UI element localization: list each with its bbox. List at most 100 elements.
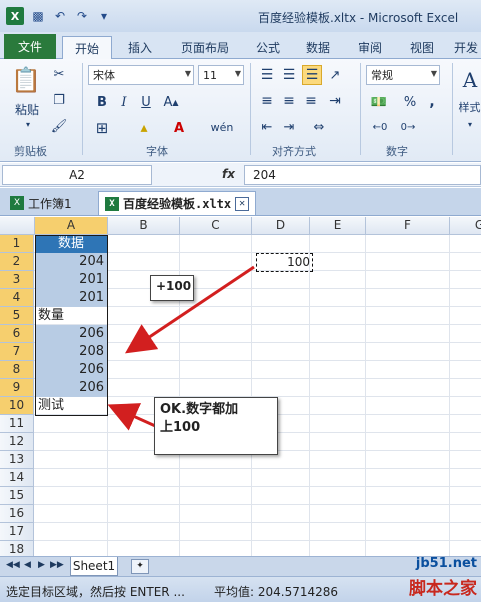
chevron-down-icon: ▼: [184, 69, 191, 78]
undo-icon[interactable]: ↶: [52, 8, 68, 24]
status-message: 选定目标区域，然后按 ENTER ...: [6, 585, 185, 599]
styles-dropdown-icon[interactable]: ▾: [464, 119, 476, 129]
watermark-site: 脚本之家: [409, 579, 477, 599]
underline-button[interactable]: U: [138, 93, 154, 111]
excel-logo-icon: X: [6, 7, 24, 25]
tab-developer[interactable]: 开发: [454, 36, 481, 59]
group-divider: [250, 63, 251, 155]
font-size-value: 11: [203, 68, 217, 82]
tab-formulas[interactable]: 公式: [250, 36, 286, 59]
italic-button[interactable]: I: [116, 93, 132, 111]
font-size-combo[interactable]: 11 ▼: [198, 65, 244, 85]
font-color-button[interactable]: A: [170, 119, 188, 137]
font-name-combo[interactable]: 宋体 ▼: [88, 65, 194, 85]
copy-icon[interactable]: ❐: [50, 91, 68, 109]
tab-file[interactable]: 文件: [4, 34, 56, 59]
comma-button[interactable]: ,: [426, 93, 438, 111]
last-sheet-icon[interactable]: ▶▶: [50, 560, 64, 570]
tab-home[interactable]: 开始: [62, 36, 112, 59]
decrease-indent-icon[interactable]: ⇤: [258, 119, 276, 135]
formula-input[interactable]: 204: [244, 165, 481, 185]
increase-decimal-icon[interactable]: ←0: [370, 119, 390, 135]
align-middle-icon[interactable]: ☰: [280, 67, 298, 83]
watermark-url: jb51.net: [415, 556, 477, 571]
percent-button[interactable]: %: [402, 93, 418, 111]
callout-line-1: OK.数字都加: [160, 402, 239, 417]
prev-sheet-icon[interactable]: ◀: [24, 560, 31, 570]
excel-file-icon: X: [105, 196, 119, 211]
workbook-tab-label: 工作簿1: [28, 196, 72, 211]
cut-icon[interactable]: ✂: [50, 65, 68, 83]
number-group-label: 数字: [386, 145, 408, 158]
workbook-tab-1[interactable]: X 工作簿1: [4, 191, 78, 215]
align-right-icon[interactable]: ≡: [302, 93, 320, 109]
workbook-tab-label: 百度经验模板.xltx: [123, 197, 232, 211]
group-divider: [360, 63, 361, 155]
paste-icon[interactable]: 📋: [10, 63, 42, 97]
increase-indent-icon[interactable]: ⇥: [280, 119, 298, 135]
grow-font-icon: A: [163, 94, 173, 110]
tab-page-layout[interactable]: 页面布局: [170, 36, 240, 59]
format-painter-icon[interactable]: 🖌: [50, 117, 68, 135]
name-box[interactable]: A2: [2, 165, 152, 185]
customize-toolbar-icon[interactable]: ▾: [96, 8, 112, 24]
borders-icon[interactable]: ⊞: [92, 119, 112, 137]
group-divider: [452, 63, 453, 155]
result-callout: OK.数字都加 上100: [154, 397, 278, 455]
currency-icon[interactable]: 💵: [368, 93, 390, 111]
merge-center-icon[interactable]: ⇔: [308, 119, 330, 135]
bold-button[interactable]: B: [94, 93, 110, 111]
align-bottom-icon[interactable]: ☰: [302, 65, 322, 85]
formula-bar: A2 fx 204: [0, 163, 481, 187]
orientation-icon[interactable]: ↗: [326, 67, 344, 83]
grow-font-button[interactable]: A ▲: [160, 93, 182, 111]
paste-button-label[interactable]: 粘贴: [10, 101, 44, 117]
tab-review[interactable]: 审阅: [352, 36, 388, 59]
alignment-group-label: 对齐方式: [272, 145, 316, 158]
plus-callout: +100: [150, 275, 194, 301]
save-icon[interactable]: ▩: [30, 8, 46, 24]
paste-dropdown-icon[interactable]: ▾: [22, 119, 34, 129]
title-bar: X ▩ ↶ ↷ ▾ 百度经验模板.xltx - Microsoft Excel: [0, 0, 481, 32]
tab-insert[interactable]: 插入: [120, 36, 160, 59]
close-icon[interactable]: ✕: [235, 196, 250, 211]
group-divider: [82, 63, 83, 155]
ribbon-home: 📋 粘贴 ▾ ✂ ❐ 🖌 剪贴板 宋体 ▼ 11 ▼ B I U A ▲ ⊞ ▴ …: [0, 59, 481, 162]
excel-file-icon: X: [10, 196, 24, 210]
workbook-tab-bar: X 工作簿1 X 百度经验模板.xltx ✕: [0, 188, 481, 216]
fill-color-icon[interactable]: ▴: [134, 119, 154, 137]
chevron-down-icon: ▼: [234, 69, 241, 78]
ribbon-tab-bar: 文件 开始 插入 页面布局 公式 数据 审阅 视图 开发: [0, 32, 481, 59]
align-center-icon[interactable]: ≡: [280, 93, 298, 109]
styles-button-label[interactable]: 样式: [458, 99, 481, 115]
clipboard-group-label: 剪贴板: [14, 145, 47, 158]
insert-sheet-icon[interactable]: ✦: [131, 559, 149, 574]
phonetic-guide-button[interactable]: wén: [208, 117, 236, 137]
sheet-tab-bar: ◀◀ ◀ ▶ ▶▶ Sheet1 ✦: [0, 556, 481, 576]
font-name-value: 宋体: [93, 69, 115, 82]
tab-data[interactable]: 数据: [300, 36, 336, 59]
quick-access-toolbar: X ▩ ↶ ↷ ▾: [0, 7, 112, 25]
grow-arrow-icon: ▲: [172, 97, 179, 107]
wrap-text-icon[interactable]: ⇥: [326, 93, 344, 109]
callout-line-2: 上100: [160, 420, 201, 435]
tab-view[interactable]: 视图: [404, 36, 440, 59]
insert-function-button[interactable]: fx: [222, 167, 235, 181]
annotation-arrows: [107, 265, 255, 431]
decrease-decimal-icon[interactable]: 0→: [398, 119, 418, 135]
status-average: 平均值: 204.5714286: [214, 585, 339, 599]
number-format-combo[interactable]: 常规 ▼: [366, 65, 440, 85]
redo-icon[interactable]: ↷: [74, 8, 90, 24]
workbook-tab-2[interactable]: X 百度经验模板.xltx ✕: [98, 191, 257, 215]
number-format-value: 常规: [371, 69, 393, 82]
font-group-label: 字体: [146, 145, 168, 158]
chevron-down-icon: ▼: [430, 69, 437, 78]
next-sheet-icon[interactable]: ▶: [38, 560, 45, 570]
window-title: 百度经验模板.xltx - Microsoft Excel: [258, 11, 459, 25]
first-sheet-icon[interactable]: ◀◀: [6, 560, 20, 570]
sheet-tab-sheet1[interactable]: Sheet1: [70, 557, 118, 576]
align-top-icon[interactable]: ☰: [258, 67, 276, 83]
spreadsheet-grid[interactable]: A B C D E F G 1 2 3 4 5 6 7 8 9 10 11 12 13 14 15 16 17 18 数据 204…: [0, 217, 481, 556]
align-left-icon[interactable]: ≡: [258, 93, 276, 109]
styles-icon[interactable]: A: [460, 67, 480, 93]
